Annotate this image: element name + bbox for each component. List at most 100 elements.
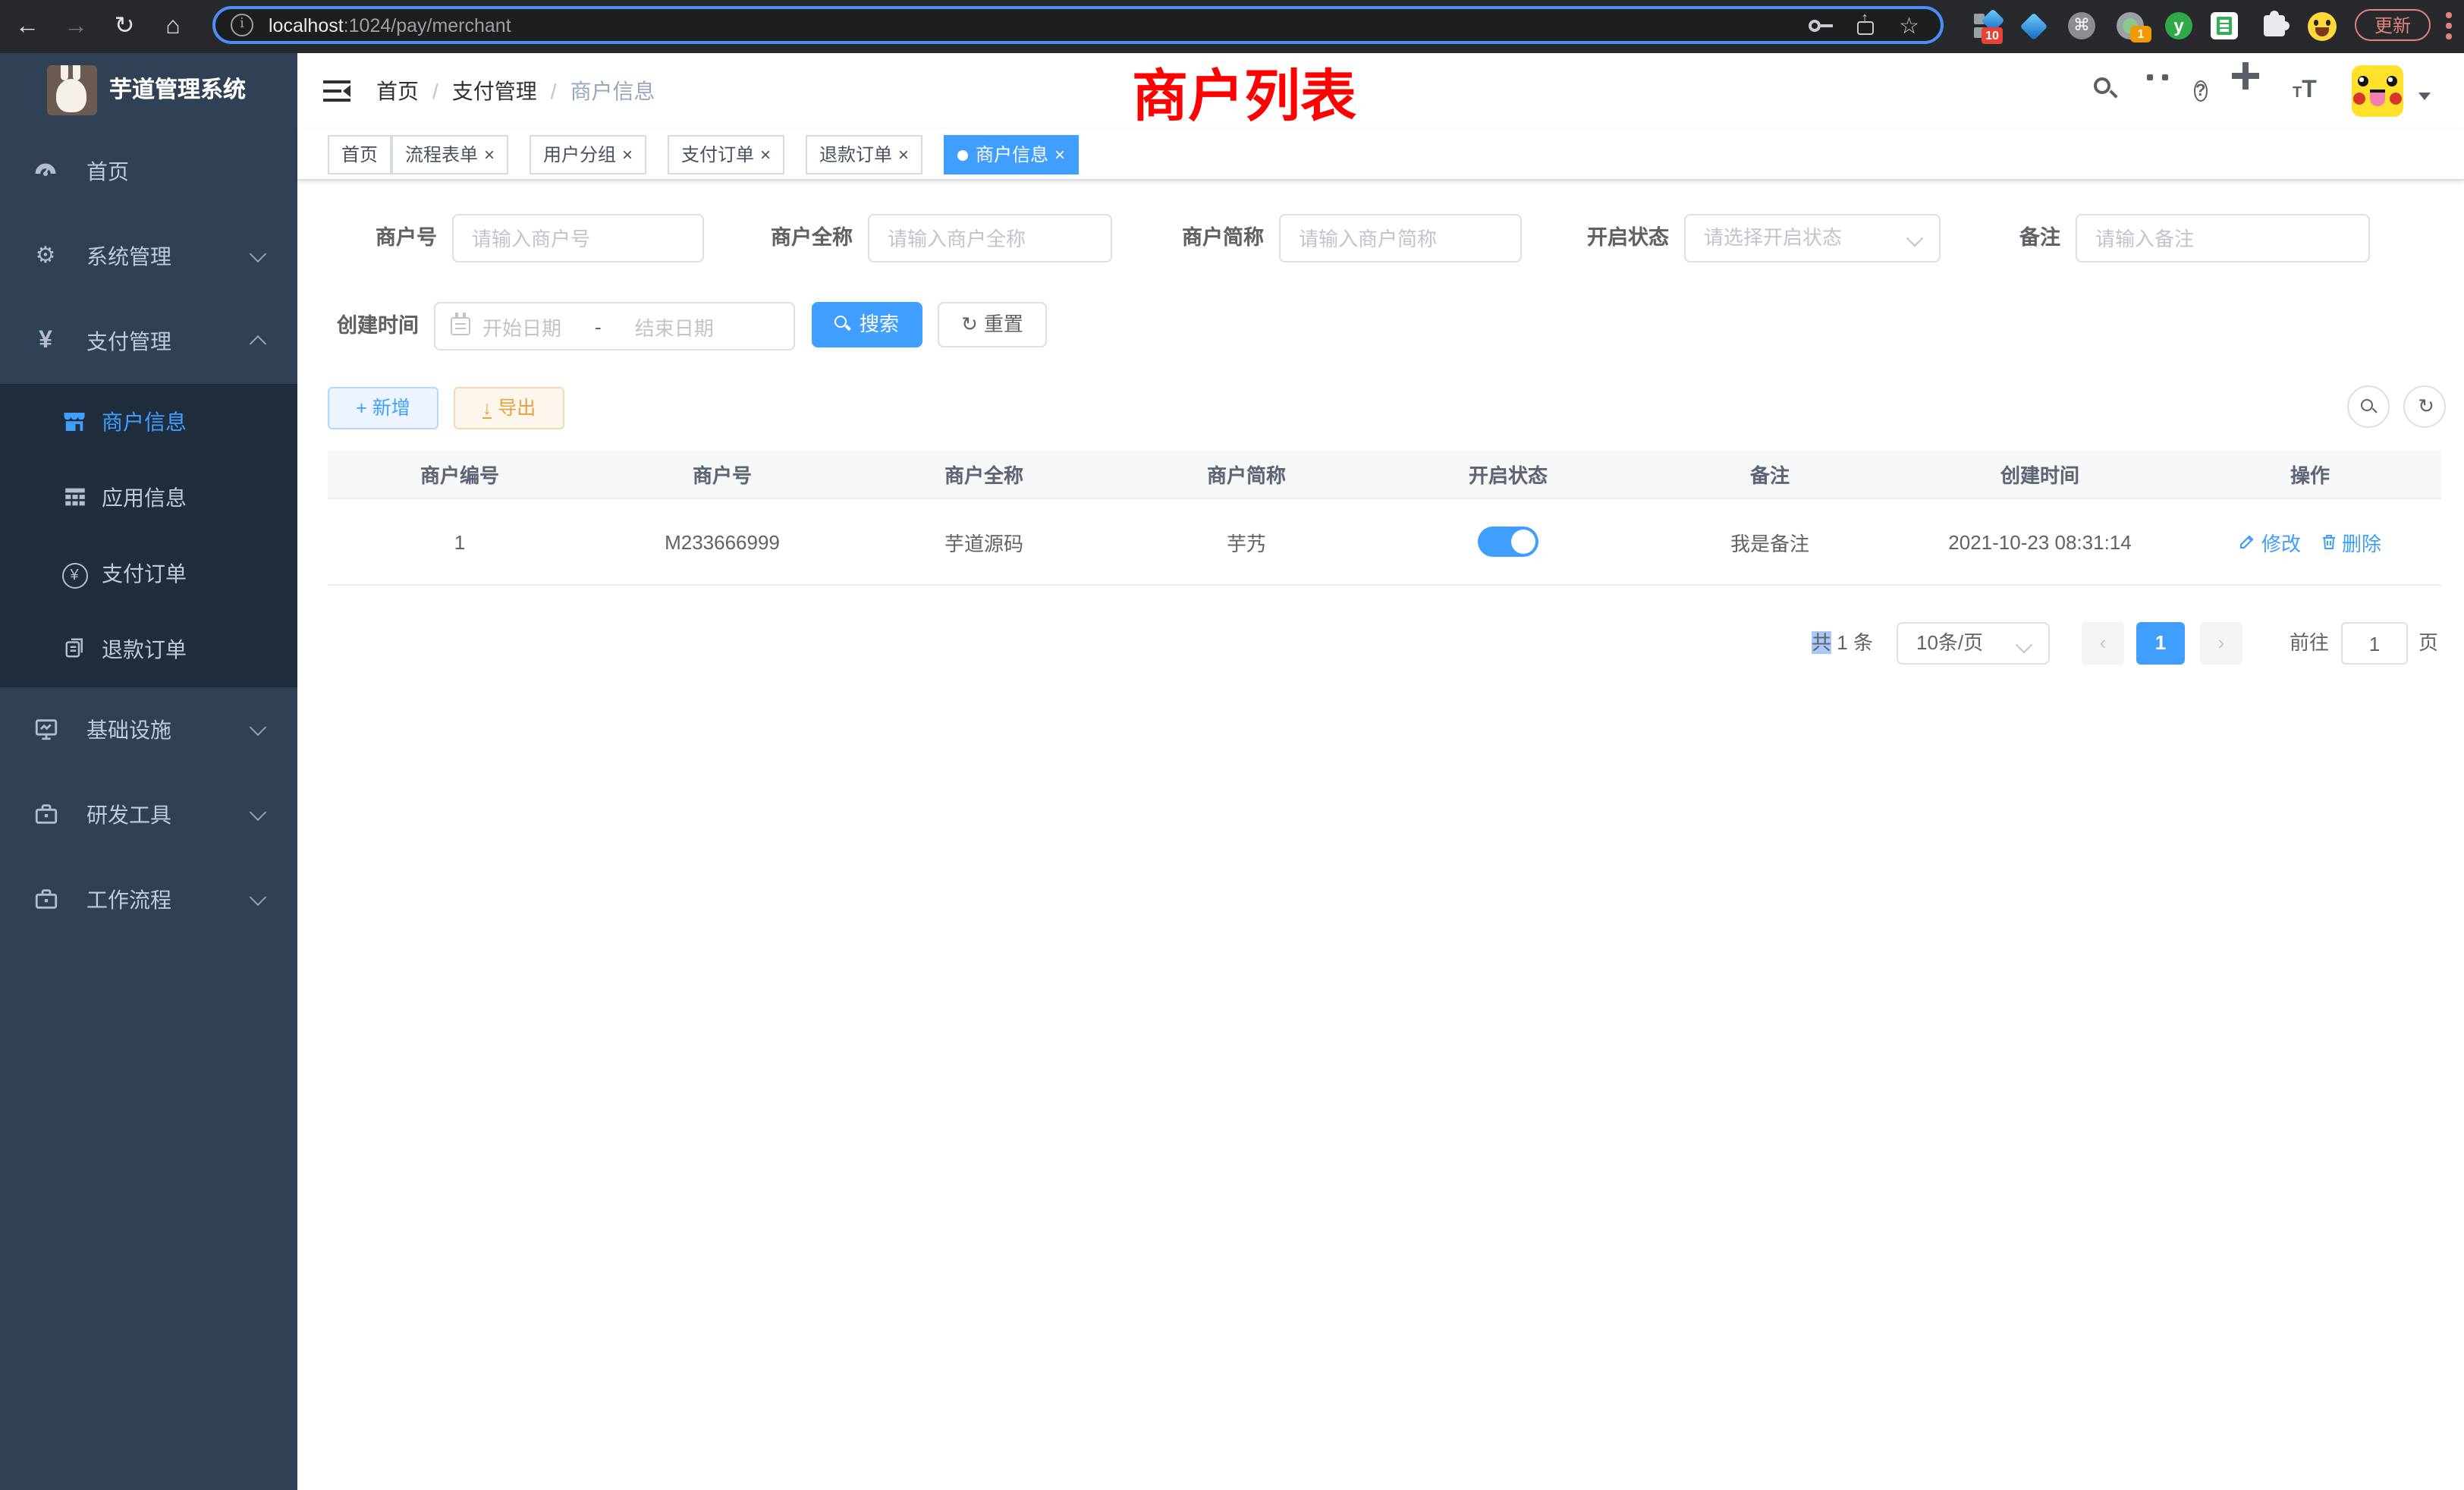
create-time-label: 创建时间 <box>297 302 419 350</box>
site-info-icon[interactable]: i <box>231 14 253 36</box>
header-search-icon[interactable] <box>2092 76 2123 106</box>
tab-process-form[interactable]: 流程表单× <box>391 135 508 174</box>
edit-link[interactable]: 修改 <box>2239 527 2301 556</box>
sidebar-item-home[interactable]: 首页 <box>0 129 297 214</box>
chevron-down-icon <box>2016 637 2033 654</box>
github-icon[interactable] <box>2142 76 2173 106</box>
app-logo[interactable]: 芋道管理系统 <box>0 53 297 129</box>
date-start-placeholder: 开始日期 <box>482 312 561 341</box>
page-size-select[interactable]: 10条/页 <box>1897 622 2050 665</box>
close-icon[interactable]: × <box>1054 144 1065 165</box>
tab-refund-order[interactable]: 退款订单× <box>806 135 922 174</box>
close-icon[interactable]: × <box>898 144 909 165</box>
app-root: 芋道管理系统 首页 ⚙ 系统管理 ¥ 支付管理 <box>0 53 2464 1490</box>
cell-remark: 我是备注 <box>1639 499 1901 584</box>
extension-y-icon[interactable]: y <box>2164 11 2195 42</box>
sidebar-item-merchant-info[interactable]: 商户信息 <box>0 384 297 460</box>
page-unit-label: 页 <box>2418 622 2438 665</box>
copy-document-icon <box>61 636 88 663</box>
short-name-input[interactable] <box>1279 214 1522 262</box>
bookmark-star-icon[interactable]: ☆ <box>1899 11 1919 39</box>
browser-home-button[interactable]: ⌂ <box>155 0 191 53</box>
tab-home[interactable]: 首页 <box>328 135 391 174</box>
chevron-up-icon <box>250 335 267 353</box>
export-button[interactable]: ↓导出 <box>454 387 564 429</box>
goto-page-input[interactable] <box>2341 622 2408 665</box>
sidebar-item-infrastructure[interactable]: 基础设施 <box>0 687 297 772</box>
browser-toolbar: ← → ↻ ⌂ i localhost:1024/pay/merchant ☆ … <box>0 0 2464 53</box>
breadcrumb-payment[interactable]: 支付管理 <box>452 79 537 103</box>
status-toggle[interactable] <box>1478 527 1538 557</box>
browser-reload-button[interactable]: ↻ <box>106 0 143 53</box>
search-button[interactable]: 搜索 <box>812 302 922 347</box>
extension-emoji-icon[interactable] <box>2306 11 2338 42</box>
extension-command-icon[interactable]: ⌘ <box>2066 11 2098 42</box>
extension-badge: 1 <box>2130 26 2151 42</box>
sidebar-item-refund-order[interactable]: 退款订单 <box>0 611 297 687</box>
gear-icon: ⚙ <box>32 243 59 270</box>
tags-bar: 首页 流程表单× 用户分组× 支付订单× 退款订单× 商户信息× <box>297 129 2464 181</box>
breadcrumb-home[interactable]: 首页 <box>376 79 419 103</box>
tab-user-group[interactable]: 用户分组× <box>530 135 646 174</box>
browser-forward-button[interactable]: → <box>58 0 94 53</box>
fullscreen-icon[interactable] <box>2246 76 2276 106</box>
extension-tray-icon[interactable]: 10 <box>1972 11 2004 42</box>
next-page-button[interactable]: › <box>2200 622 2242 665</box>
browser-update-button[interactable]: 更新 <box>2355 9 2431 41</box>
current-page-button[interactable]: 1 <box>2136 622 2185 665</box>
sidebar-item-workflow[interactable]: 工作流程 <box>0 857 297 942</box>
sidebar: 芋道管理系统 首页 ⚙ 系统管理 ¥ 支付管理 <box>0 53 297 1490</box>
sidebar-item-app-info[interactable]: 应用信息 <box>0 460 297 536</box>
add-button[interactable]: + 新增 <box>328 387 438 429</box>
close-icon[interactable]: × <box>760 144 771 165</box>
password-key-icon[interactable] <box>1808 17 1832 33</box>
toggle-search-button[interactable] <box>2347 385 2390 428</box>
sidebar-item-system[interactable]: ⚙ 系统管理 <box>0 214 297 299</box>
avatar[interactable] <box>2352 65 2403 117</box>
yen-circle-icon: ¥ <box>61 560 88 587</box>
refresh-table-button[interactable]: ↻ <box>2403 385 2446 428</box>
download-icon: ↓ <box>482 401 492 419</box>
address-bar[interactable]: i localhost:1024/pay/merchant ☆ <box>212 6 1944 44</box>
help-icon[interactable]: ? <box>2194 76 2224 106</box>
cell-short-name: 芋艿 <box>1115 499 1378 584</box>
annotation-title: 商户列表 <box>1132 50 1356 132</box>
yen-icon: ¥ <box>32 328 59 355</box>
extension-badge: 10 <box>1982 27 2003 44</box>
close-icon[interactable]: × <box>484 144 495 165</box>
font-size-icon[interactable]: TT <box>2293 76 2323 106</box>
remark-input[interactable] <box>2076 214 2370 262</box>
create-time-range-picker[interactable]: 开始日期 - 结束日期 <box>434 302 795 350</box>
sidebar-item-pay-order[interactable]: ¥ 支付订单 <box>0 536 297 611</box>
browser-back-button[interactable]: ← <box>9 0 46 53</box>
avatar-caret-icon[interactable] <box>2418 93 2431 106</box>
sidebar-item-dev-tools[interactable]: 研发工具 <box>0 772 297 857</box>
cell-merchant-no: M233666999 <box>592 499 853 584</box>
sidebar-collapse-icon[interactable] <box>323 80 350 102</box>
cell-full-name: 芋道源码 <box>853 499 1115 584</box>
briefcase-icon <box>32 886 59 913</box>
date-end-placeholder: 结束日期 <box>635 312 714 341</box>
extension-gem-icon[interactable] <box>2018 11 2050 42</box>
extension-docs-icon[interactable] <box>2209 11 2241 42</box>
share-icon[interactable] <box>1856 14 1875 36</box>
tab-pay-order[interactable]: 支付订单× <box>668 135 784 174</box>
close-icon[interactable]: × <box>622 144 633 165</box>
full-name-input[interactable] <box>868 214 1112 262</box>
chevron-down-icon <box>250 888 267 906</box>
browser-menu-icon[interactable] <box>2446 12 2452 41</box>
status-select[interactable]: 请选择开启状态 <box>1684 214 1941 262</box>
cell-status <box>1378 499 1639 584</box>
extensions-puzzle-icon[interactable] <box>2261 11 2293 42</box>
trash-icon <box>2319 533 2337 551</box>
breadcrumb: 首页/支付管理/商户信息 <box>376 53 655 129</box>
prev-page-button[interactable]: ‹ <box>2082 622 2124 665</box>
delete-link[interactable]: 删除 <box>2319 527 2381 556</box>
reset-button[interactable]: ↻重置 <box>938 302 1047 347</box>
active-dot-icon <box>957 150 968 161</box>
merchant-no-input[interactable] <box>452 214 704 262</box>
extension-camera-icon[interactable]: 1 <box>2115 11 2147 42</box>
sidebar-item-payment[interactable]: ¥ 支付管理 <box>0 299 297 384</box>
tab-merchant-info[interactable]: 商户信息× <box>944 135 1079 174</box>
calendar-icon <box>451 317 470 335</box>
